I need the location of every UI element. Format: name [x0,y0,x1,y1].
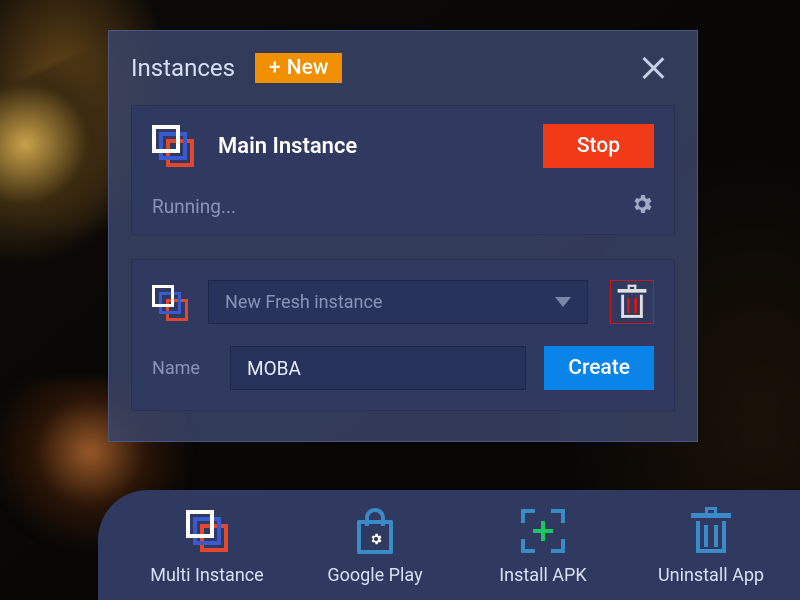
install-apk-label: Install APK [499,565,586,586]
multi-instance-icon [186,510,228,552]
new-instance-button[interactable]: + New [255,53,342,83]
template-layers-icon [152,285,186,319]
dialog-title: Instances [131,54,235,82]
instance-name: Main Instance [218,134,357,159]
template-select[interactable]: New Fresh instance [208,280,588,324]
instance-layers-icon [152,125,194,167]
new-button-label: New [287,56,329,80]
instance-status: Running... [152,195,236,218]
name-label: Name [152,358,212,379]
plus-icon: + [269,56,281,80]
instance-card: Main Instance Stop Running... [131,105,675,235]
trash-icon [619,286,645,318]
instances-dialog: Instances + New Main Instance Stop Runni… [108,30,698,442]
uninstall-app-button[interactable]: Uninstall App [642,505,780,586]
instance-name-input[interactable] [230,346,526,390]
stop-button[interactable]: Stop [543,124,654,168]
delete-template-button[interactable] [610,280,654,324]
chevron-down-icon [555,297,571,307]
bottom-toolbar: Multi Instance Google Play Install APK [98,490,800,600]
multi-instance-label: Multi Instance [150,565,263,586]
google-play-label: Google Play [327,565,422,586]
create-button[interactable]: Create [544,346,654,390]
template-select-value: New Fresh instance [225,292,382,313]
install-apk-button[interactable]: Install APK [474,505,612,586]
google-play-icon [353,508,397,554]
create-instance-panel: New Fresh instance Name Create [131,259,675,411]
install-apk-icon [521,509,565,553]
close-icon[interactable] [639,54,667,82]
google-play-button[interactable]: Google Play [306,505,444,586]
dialog-header: Instances + New [131,53,675,83]
uninstall-trash-icon [693,509,729,553]
uninstall-app-label: Uninstall App [658,565,764,586]
multi-instance-button[interactable]: Multi Instance [138,505,276,586]
gear-icon[interactable] [630,192,654,220]
